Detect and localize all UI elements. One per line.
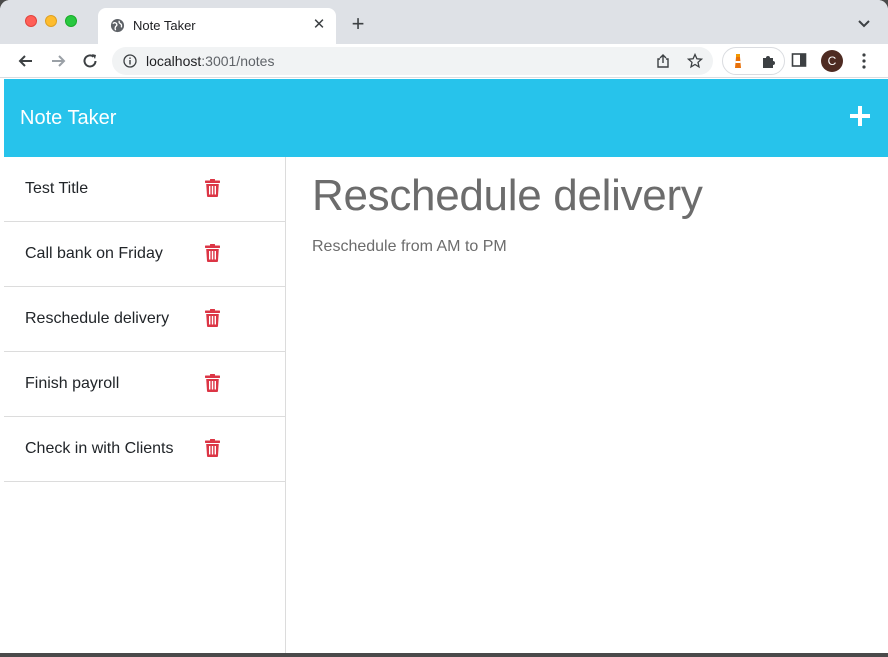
trash-icon[interactable]: [205, 244, 220, 262]
note-detail: Reschedule delivery Reschedule from AM t…: [287, 157, 888, 653]
tab-close-icon[interactable]: ✕: [311, 17, 327, 33]
new-tab-icon[interactable]: +: [348, 13, 368, 35]
reload-icon[interactable]: [80, 51, 100, 71]
info-icon[interactable]: [123, 54, 137, 68]
url-path: :3001/notes: [201, 53, 275, 69]
side-panel-icon[interactable]: [791, 52, 807, 68]
trash-icon[interactable]: [205, 439, 220, 457]
chevron-down-icon[interactable]: [855, 14, 873, 32]
address-bar[interactable]: localhost:3001/notes: [112, 47, 713, 75]
note-title-input[interactable]: Reschedule delivery: [312, 171, 703, 221]
trash-icon[interactable]: [205, 309, 220, 327]
minimize-window-button[interactable]: [45, 15, 57, 27]
note-list-item-title: Reschedule delivery: [25, 310, 170, 327]
navbar-brand[interactable]: Note Taker: [20, 107, 116, 130]
puzzle-extensions-icon[interactable]: [760, 53, 776, 69]
note-list-item-title: Call bank on Friday: [25, 245, 163, 262]
more-menu-icon[interactable]: [856, 52, 872, 70]
navbar: Note Taker: [4, 79, 888, 157]
share-icon[interactable]: [655, 53, 671, 69]
note-list-item-title: Test Title: [25, 180, 89, 197]
url-text: localhost:3001/notes: [146, 53, 274, 69]
note-list-item[interactable]: Reschedule delivery: [4, 287, 285, 352]
note-list-item-title: Finish payroll: [25, 375, 120, 392]
tab-title: Note Taker: [133, 18, 196, 33]
note-list-item[interactable]: Finish payroll: [4, 352, 285, 417]
maximize-window-button[interactable]: [65, 15, 77, 27]
plus-icon[interactable]: [850, 106, 870, 126]
trash-icon[interactable]: [205, 374, 220, 392]
back-icon[interactable]: [16, 51, 36, 71]
trash-icon[interactable]: [205, 179, 220, 197]
note-list-item[interactable]: Test Title: [4, 157, 285, 222]
note-taker-app: Note Taker Test Title Call bank on Frida…: [4, 79, 888, 653]
note-list: Test Title Call bank on Friday Reschedul…: [4, 157, 286, 653]
browser-window: Note Taker ✕ + localhost:3001/notes C No…: [0, 0, 888, 653]
forward-icon[interactable]: [48, 51, 68, 71]
note-list-item[interactable]: Check in with Clients: [4, 417, 285, 482]
extensions-group: [722, 47, 785, 75]
browser-tab[interactable]: Note Taker ✕: [98, 8, 336, 44]
url-host: localhost: [146, 53, 202, 69]
lighthouse-extension-icon[interactable]: [730, 53, 746, 69]
profile-avatar[interactable]: C: [821, 50, 843, 72]
note-list-item-title: Check in with Clients: [25, 440, 174, 457]
note-text-area[interactable]: Reschedule from AM to PM: [312, 238, 507, 256]
globe-icon: [110, 18, 125, 33]
note-list-item[interactable]: Call bank on Friday: [4, 222, 285, 287]
browser-toolbar: localhost:3001/notes C: [0, 44, 888, 78]
tab-strip: Note Taker ✕ +: [0, 0, 888, 44]
bookmark-star-icon[interactable]: [687, 53, 703, 69]
close-window-button[interactable]: [25, 15, 37, 27]
